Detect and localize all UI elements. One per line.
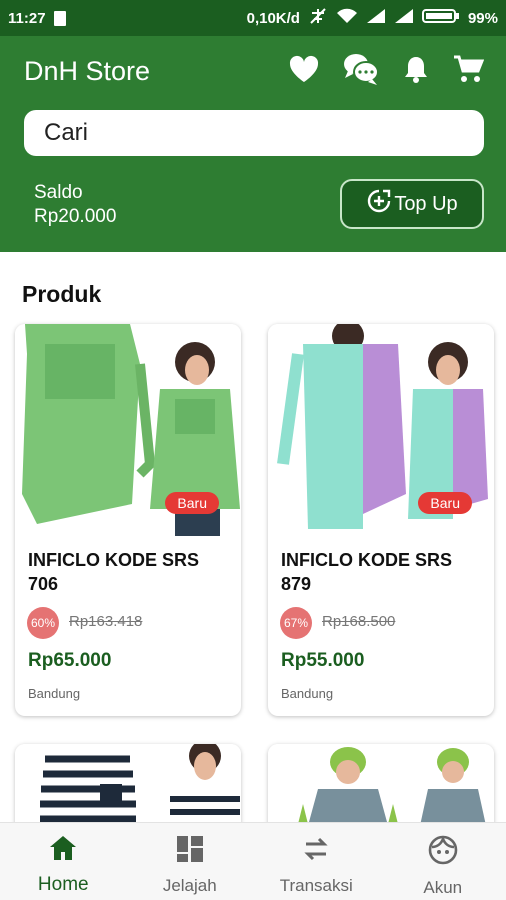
product-location: Bandung [281, 686, 334, 701]
nav-label: Home [37, 874, 89, 895]
signal-icon-2 [394, 8, 414, 28]
battery-level: 99% [467, 9, 498, 27]
bell-icon[interactable] [402, 54, 430, 84]
product-name: INFICLO KODE SRS 879 [281, 550, 453, 594]
product-name: INFICLO KODE SRS 706 [28, 550, 200, 594]
original-price: Rp168.500 [322, 613, 396, 630]
nav-label: Transaksi [279, 876, 353, 895]
product-card[interactable]: Baru INFICLO KODE SRS 879 67% Rp168.500 … [268, 324, 494, 716]
original-price: Rp163.418 [69, 613, 143, 630]
discount-badge: 60% [27, 607, 59, 639]
nav-item-transaksi[interactable]: Transaksi [253, 823, 380, 900]
bottom-nav: Home Jelajah Transaksi Akun [0, 822, 506, 900]
mute-icon [308, 7, 328, 29]
add-circle-icon [366, 188, 392, 220]
heart-icon[interactable] [288, 54, 320, 84]
notification-icon [53, 10, 66, 26]
nav-label: Akun [423, 878, 463, 897]
grid-icon [176, 835, 204, 868]
discount-badge: 67% [280, 607, 312, 639]
product-price: Rp55.000 [281, 650, 365, 671]
wifi-icon [336, 8, 358, 28]
nav-label: Jelajah [162, 876, 217, 895]
nav-item-jelajah[interactable]: Jelajah [127, 823, 254, 900]
home-icon [49, 835, 77, 866]
network-speed: 0,10K/d [246, 9, 300, 27]
swap-icon [302, 835, 330, 868]
nav-item-home[interactable]: Home [0, 823, 127, 900]
search-input[interactable]: Cari [24, 110, 484, 156]
nav-item-akun[interactable]: Akun [380, 823, 506, 900]
saldo-value: Rp20.000 [34, 206, 117, 227]
section-title: Produk [22, 281, 102, 307]
status-bar: 11:27 0,10K/d 99% [0, 0, 506, 36]
face-icon [428, 835, 458, 870]
new-badge: Baru [418, 492, 472, 514]
saldo-label: Saldo [34, 182, 83, 203]
header-actions [288, 52, 484, 86]
app-header: DnH Store Cari Saldo Rp20.000 Top Up [0, 36, 506, 252]
cart-icon[interactable] [452, 54, 484, 84]
topup-label: Top Up [394, 192, 458, 215]
status-time: 11:27 [8, 9, 46, 27]
chat-icon[interactable] [342, 52, 380, 86]
topup-button[interactable]: Top Up [340, 179, 484, 229]
product-card[interactable]: Baru INFICLO KODE SRS 706 60% Rp163.418 … [15, 324, 241, 716]
product-location: Bandung [28, 686, 81, 701]
product-price: Rp65.000 [28, 650, 112, 671]
search-placeholder: Cari [44, 119, 89, 146]
new-badge: Baru [165, 492, 219, 514]
battery-icon [421, 8, 460, 28]
app-title: DnH Store [24, 56, 151, 86]
signal-icon [366, 8, 386, 28]
